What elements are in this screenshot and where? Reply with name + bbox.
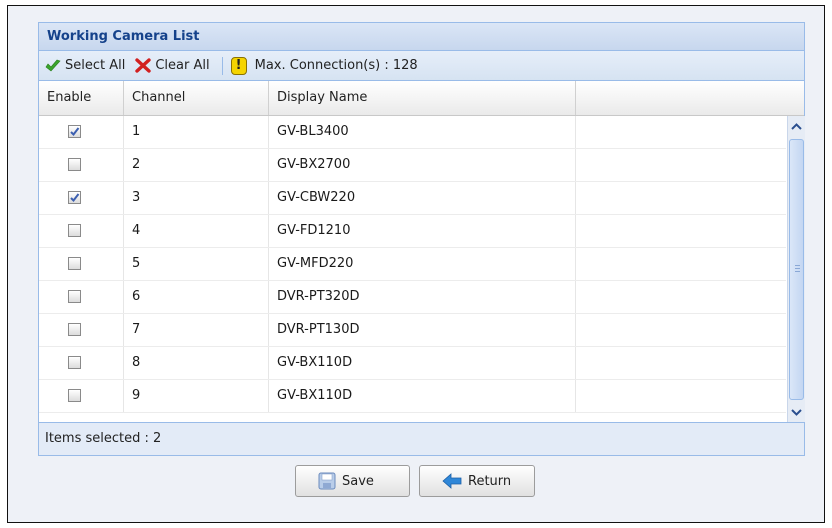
display-name-cell: GV-BX110D xyxy=(269,380,576,412)
panel-title: Working Camera List xyxy=(39,23,804,51)
toolbar: Select All Clear All ! Max. Connection(s… xyxy=(39,51,804,81)
max-connections-label: Max. Connection(s) : 128 xyxy=(254,58,418,73)
channel-cell: 2 xyxy=(124,149,269,181)
scroll-down-icon[interactable] xyxy=(788,403,805,420)
grid-body: 1 GV-BL3400 2 GV-BX2700 3 GV-CBW220 4 GV-FD1210… xyxy=(39,116,786,422)
red-x-icon xyxy=(135,58,152,73)
table-row[interactable]: 5 GV-MFD220 xyxy=(39,248,786,281)
table-row[interactable]: 3 GV-CBW220 xyxy=(39,182,786,215)
display-name-cell: DVR-PT130D xyxy=(269,314,576,346)
enable-cell xyxy=(39,380,124,412)
channel-cell: 6 xyxy=(124,281,269,313)
column-header-enable[interactable]: Enable xyxy=(39,81,124,115)
enable-cell xyxy=(39,116,124,148)
return-button[interactable]: Return xyxy=(419,465,535,497)
channel-cell: 5 xyxy=(124,248,269,280)
table-row[interactable]: 4 GV-FD1210 xyxy=(39,215,786,248)
scroll-up-icon[interactable] xyxy=(788,118,805,135)
enable-checkbox[interactable] xyxy=(68,323,81,336)
enable-cell xyxy=(39,347,124,379)
channel-cell: 1 xyxy=(124,116,269,148)
enable-checkbox[interactable] xyxy=(68,290,81,303)
select-all-button[interactable]: Select All xyxy=(45,58,125,73)
vertical-scrollbar[interactable] xyxy=(787,116,805,422)
channel-cell: 7 xyxy=(124,314,269,346)
enable-checkbox[interactable] xyxy=(68,224,81,237)
clear-all-button[interactable]: Clear All xyxy=(135,58,210,73)
display-name-cell: GV-CBW220 xyxy=(269,182,576,214)
enable-checkbox[interactable] xyxy=(68,125,81,138)
clear-all-label: Clear All xyxy=(155,58,210,73)
enable-cell xyxy=(39,149,124,181)
grid-header: Enable Channel Display Name xyxy=(39,81,804,116)
select-all-label: Select All xyxy=(65,58,126,73)
enable-cell xyxy=(39,215,124,247)
enable-checkbox[interactable] xyxy=(68,158,81,171)
enable-checkbox[interactable] xyxy=(68,389,81,402)
display-name-cell: GV-BX110D xyxy=(269,347,576,379)
enable-checkbox[interactable] xyxy=(68,356,81,369)
floppy-disk-icon xyxy=(318,472,336,490)
scrollbar-thumb[interactable] xyxy=(789,139,804,400)
display-name-cell: GV-BL3400 xyxy=(269,116,576,148)
green-check-icon xyxy=(45,59,61,71)
channel-cell: 9 xyxy=(124,380,269,412)
column-header-display-name[interactable]: Display Name xyxy=(269,81,576,115)
items-selected-status: Items selected : 2 xyxy=(39,422,804,455)
enable-cell xyxy=(39,248,124,280)
enable-checkbox[interactable] xyxy=(68,257,81,270)
display-name-cell: GV-FD1210 xyxy=(269,215,576,247)
return-label: Return xyxy=(468,473,512,489)
table-row[interactable]: 6 DVR-PT320D xyxy=(39,281,786,314)
working-camera-list-panel: Working Camera List Select All Clear All… xyxy=(38,22,805,456)
toolbar-separator xyxy=(221,56,223,75)
display-name-cell: DVR-PT320D xyxy=(269,281,576,313)
table-row[interactable]: 1 GV-BL3400 xyxy=(39,116,786,149)
blue-left-arrow-icon xyxy=(442,473,462,489)
table-row[interactable]: 7 DVR-PT130D xyxy=(39,314,786,347)
window-frame: Working Camera List Select All Clear All… xyxy=(7,5,825,523)
save-label: Save xyxy=(342,473,374,489)
table-row[interactable]: 9 GV-BX110D xyxy=(39,380,786,413)
display-name-cell: GV-BX2700 xyxy=(269,149,576,181)
channel-cell: 8 xyxy=(124,347,269,379)
checkmark-icon xyxy=(70,193,80,203)
warning-icon: ! xyxy=(230,56,247,75)
max-connections-info: ! Max. Connection(s) : 128 xyxy=(230,56,418,75)
enable-cell xyxy=(39,314,124,346)
table-row[interactable]: 8 GV-BX110D xyxy=(39,347,786,380)
display-name-cell: GV-MFD220 xyxy=(269,248,576,280)
channel-cell: 3 xyxy=(124,182,269,214)
column-header-channel[interactable]: Channel xyxy=(124,81,269,115)
enable-cell xyxy=(39,182,124,214)
channel-cell: 4 xyxy=(124,215,269,247)
table-row[interactable]: 2 GV-BX2700 xyxy=(39,149,786,182)
checkmark-icon xyxy=(70,127,80,137)
enable-checkbox[interactable] xyxy=(68,191,81,204)
save-button[interactable]: Save xyxy=(295,465,410,497)
enable-cell xyxy=(39,281,124,313)
